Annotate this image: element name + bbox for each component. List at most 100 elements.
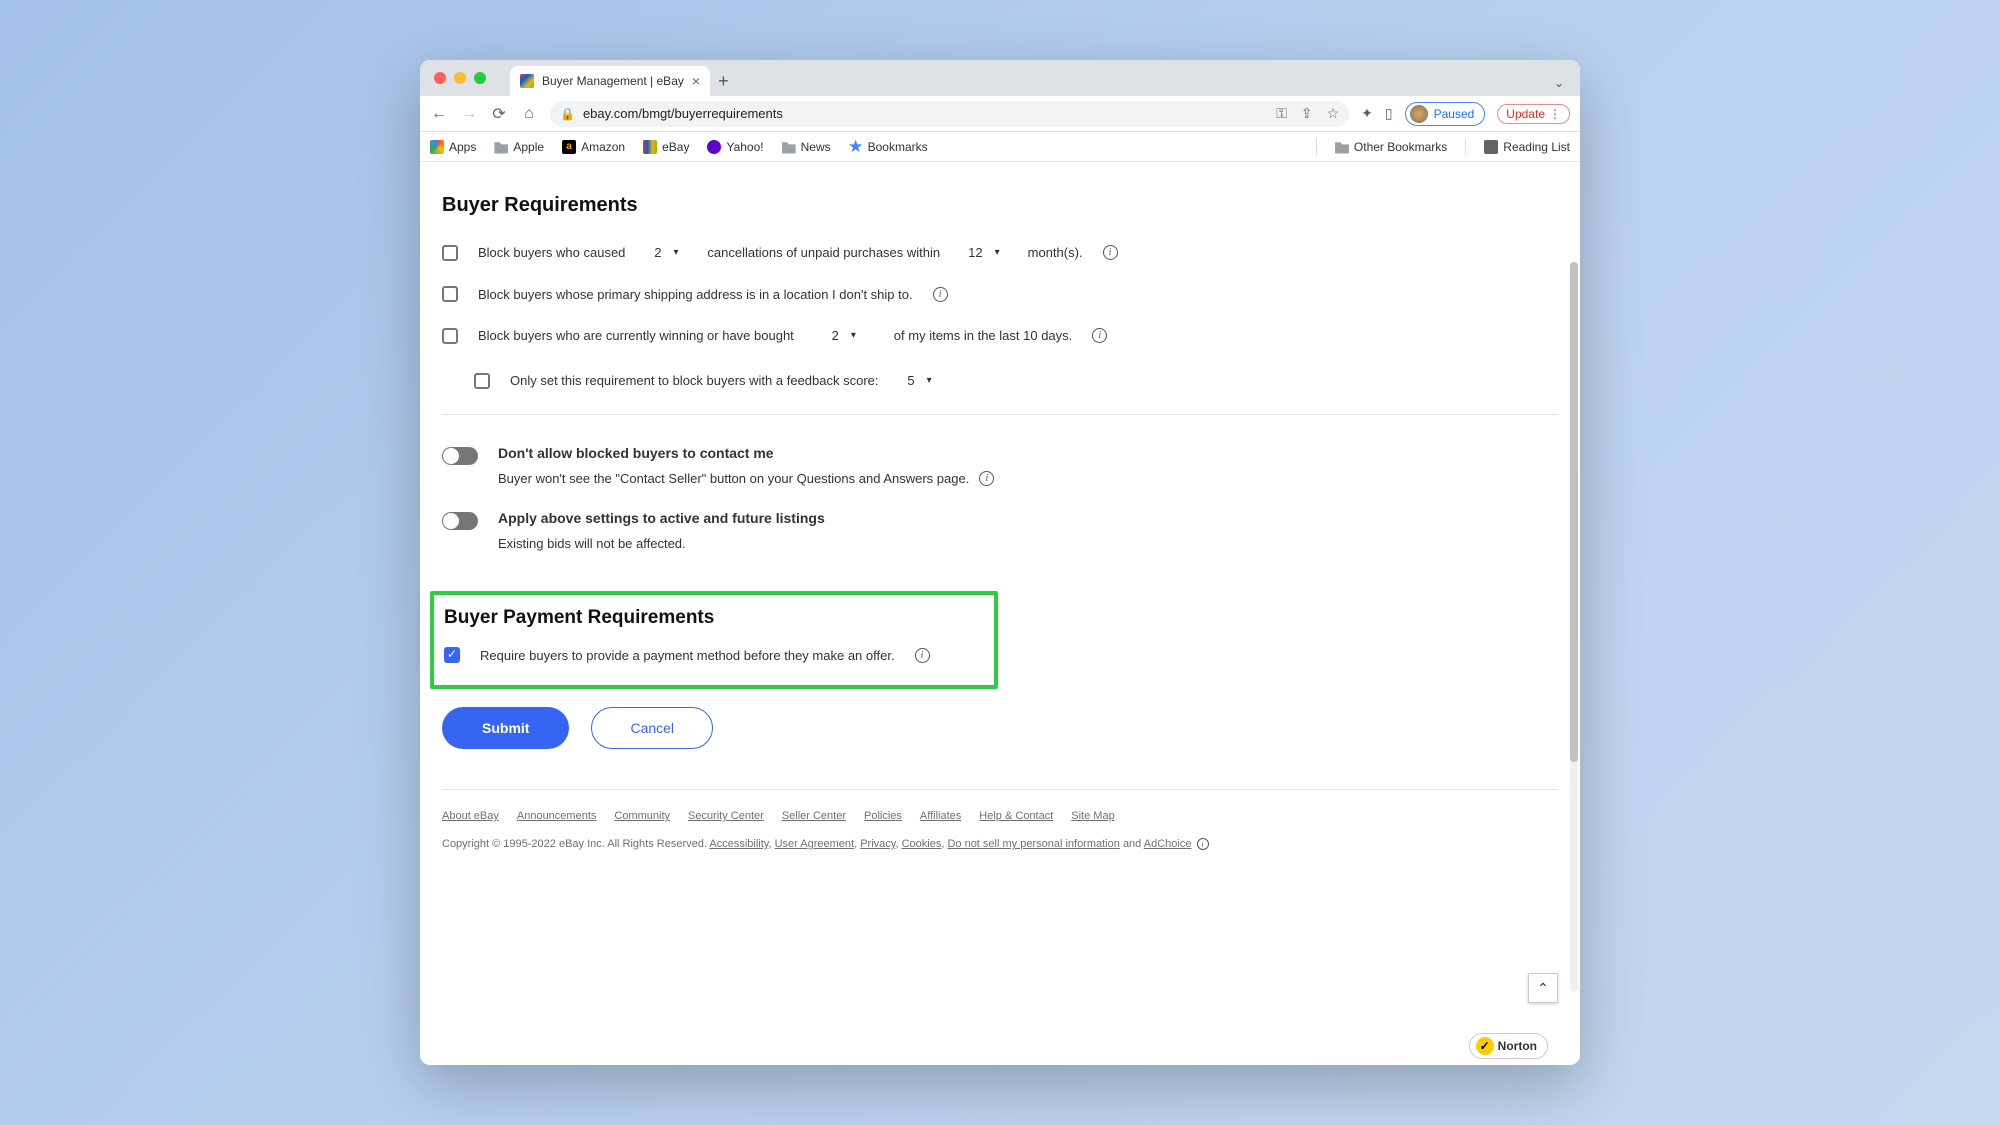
buyer-requirements-heading: Buyer Requirements xyxy=(442,194,1558,217)
star-icon xyxy=(849,140,863,154)
legal-link[interactable]: Cookies xyxy=(902,838,942,850)
scrollbar-thumb[interactable] xyxy=(1570,262,1578,762)
scrollbar[interactable] xyxy=(1570,262,1578,992)
share-icon[interactable]: ⇪ xyxy=(1301,105,1313,122)
update-label: Update xyxy=(1506,107,1545,121)
bookmark-news[interactable]: News xyxy=(782,140,831,154)
apps-shortcut[interactable]: Apps xyxy=(430,140,476,154)
legal-link[interactable]: Privacy xyxy=(860,838,895,850)
info-icon[interactable]: i xyxy=(1197,838,1209,850)
footer-link[interactable]: Seller Center xyxy=(782,810,846,822)
footer-link[interactable]: Security Center xyxy=(688,810,764,822)
feedback-score-row: Only set this requirement to block buyer… xyxy=(474,369,1558,392)
cancel-button[interactable]: Cancel xyxy=(591,707,713,749)
unpaid-count-dropdown[interactable]: 2 ▾ xyxy=(645,241,687,264)
winning-count-dropdown[interactable]: 2 ▾ xyxy=(814,324,874,347)
feedback-score-dropdown[interactable]: 5 ▾ xyxy=(899,369,941,392)
legal-link[interactable]: Do not sell my personal information xyxy=(947,838,1119,850)
toggle-desc: Buyer won't see the "Contact Seller" but… xyxy=(498,471,969,486)
browser-tab[interactable]: Buyer Management | eBay × xyxy=(510,66,710,96)
block-shipping-row: Block buyers whose primary shipping addr… xyxy=(442,286,1558,302)
apply-settings-toggle[interactable] xyxy=(442,512,478,530)
footer-links: About eBay Announcements Community Secur… xyxy=(442,810,1558,822)
norton-label: Norton xyxy=(1498,1039,1537,1053)
folder-icon xyxy=(782,140,796,154)
close-tab-button[interactable]: × xyxy=(692,73,700,89)
back-button[interactable]: ← xyxy=(430,105,448,123)
browser-toolbar: ← → ⟳ ⌂ 🔒 ebay.com/bmgt/buyerrequirement… xyxy=(420,96,1580,132)
bookmark-label: Bookmarks xyxy=(868,140,928,154)
copyright-text: Copyright © 1995-2022 eBay Inc. All Righ… xyxy=(442,838,709,850)
footer-link[interactable]: Affiliates xyxy=(920,810,961,822)
bookmark-bookmarks[interactable]: Bookmarks xyxy=(849,140,928,154)
payment-requirements-highlight: Buyer Payment Requirements Require buyer… xyxy=(430,591,998,689)
address-bar-icons: ⚿ ⇪ ☆ xyxy=(1276,105,1339,122)
address-bar[interactable]: 🔒 ebay.com/bmgt/buyerrequirements ⚿ ⇪ ☆ xyxy=(550,101,1349,127)
folder-icon xyxy=(494,140,508,154)
bookmark-amazon[interactable]: aAmazon xyxy=(562,140,625,154)
footer-link[interactable]: Help & Contact xyxy=(979,810,1053,822)
dropdown-value: 12 xyxy=(968,245,982,260)
separator xyxy=(1316,139,1317,155)
more-icon[interactable]: ⋮ xyxy=(1549,107,1561,121)
chevron-down-icon: ▾ xyxy=(851,330,856,341)
extensions-icon[interactable]: ✦ xyxy=(1361,105,1373,122)
footer-link[interactable]: Site Map xyxy=(1071,810,1114,822)
new-tab-button[interactable]: + xyxy=(718,71,729,96)
maximize-window-button[interactable] xyxy=(474,72,486,84)
block-unpaid-checkbox[interactable] xyxy=(442,245,458,261)
block-shipping-checkbox[interactable] xyxy=(442,286,458,302)
reading-list[interactable]: Reading List xyxy=(1484,140,1570,154)
bookmark-label: News xyxy=(801,140,831,154)
folder-icon xyxy=(1335,140,1349,154)
action-buttons: Submit Cancel xyxy=(442,707,1558,749)
info-icon[interactable]: i xyxy=(979,471,994,486)
separator xyxy=(1465,139,1466,155)
bookmark-ebay[interactable]: eBay xyxy=(643,140,689,154)
tab-dropdown-icon[interactable]: ⌄ xyxy=(1554,76,1568,96)
close-window-button[interactable] xyxy=(434,72,446,84)
minimize-window-button[interactable] xyxy=(454,72,466,84)
bookmark-apple[interactable]: Apple xyxy=(494,140,544,154)
legal-link[interactable]: User Agreement xyxy=(775,838,854,850)
scroll-to-top-button[interactable]: ⌃ xyxy=(1528,973,1558,1003)
footer-link[interactable]: Policies xyxy=(864,810,902,822)
info-icon[interactable]: i xyxy=(933,287,948,302)
cast-icon[interactable]: ▯ xyxy=(1385,105,1393,122)
page-content: Buyer Requirements Block buyers who caus… xyxy=(420,162,1580,1065)
feedback-score-checkbox[interactable] xyxy=(474,373,490,389)
star-icon[interactable]: ☆ xyxy=(1327,105,1340,122)
forward-button[interactable]: → xyxy=(460,105,478,123)
require-payment-checkbox[interactable] xyxy=(444,647,460,663)
payment-requirements-heading: Buyer Payment Requirements xyxy=(444,607,984,629)
key-icon[interactable]: ⚿ xyxy=(1276,105,1287,122)
bookmark-label: Apple xyxy=(513,140,544,154)
row-text: Block buyers whose primary shipping addr… xyxy=(478,287,913,302)
block-winning-checkbox[interactable] xyxy=(442,328,458,344)
block-contact-toggle[interactable] xyxy=(442,447,478,465)
toggle-desc: Existing bids will not be affected. xyxy=(498,536,686,551)
profile-button[interactable]: Paused xyxy=(1405,102,1486,126)
footer-link[interactable]: Community xyxy=(614,810,670,822)
legal-link[interactable]: Accessibility xyxy=(709,838,768,850)
info-icon[interactable]: i xyxy=(915,648,930,663)
footer-link[interactable]: Announcements xyxy=(517,810,597,822)
bookmark-yahoo[interactable]: Yahoo! xyxy=(707,140,763,154)
submit-button[interactable]: Submit xyxy=(442,707,569,749)
footer-link[interactable]: About eBay xyxy=(442,810,499,822)
info-icon[interactable]: i xyxy=(1092,328,1107,343)
copyright: Copyright © 1995-2022 eBay Inc. All Righ… xyxy=(442,838,1558,850)
info-icon[interactable]: i xyxy=(1103,245,1118,260)
window-controls xyxy=(434,72,486,84)
unpaid-months-dropdown[interactable]: 12 ▾ xyxy=(960,241,1008,264)
home-button[interactable]: ⌂ xyxy=(520,105,538,123)
ebay-icon xyxy=(643,140,657,154)
row-text: Require buyers to provide a payment meth… xyxy=(480,648,895,663)
norton-badge[interactable]: ✓ Norton xyxy=(1469,1033,1548,1059)
adchoice-link[interactable]: AdChoice xyxy=(1144,838,1192,850)
reload-button[interactable]: ⟳ xyxy=(490,104,508,124)
chevron-down-icon: ▾ xyxy=(927,375,932,386)
other-bookmarks[interactable]: Other Bookmarks xyxy=(1335,140,1447,154)
update-button[interactable]: Update ⋮ xyxy=(1497,104,1570,124)
row-text: of my items in the last 10 days. xyxy=(894,328,1072,343)
